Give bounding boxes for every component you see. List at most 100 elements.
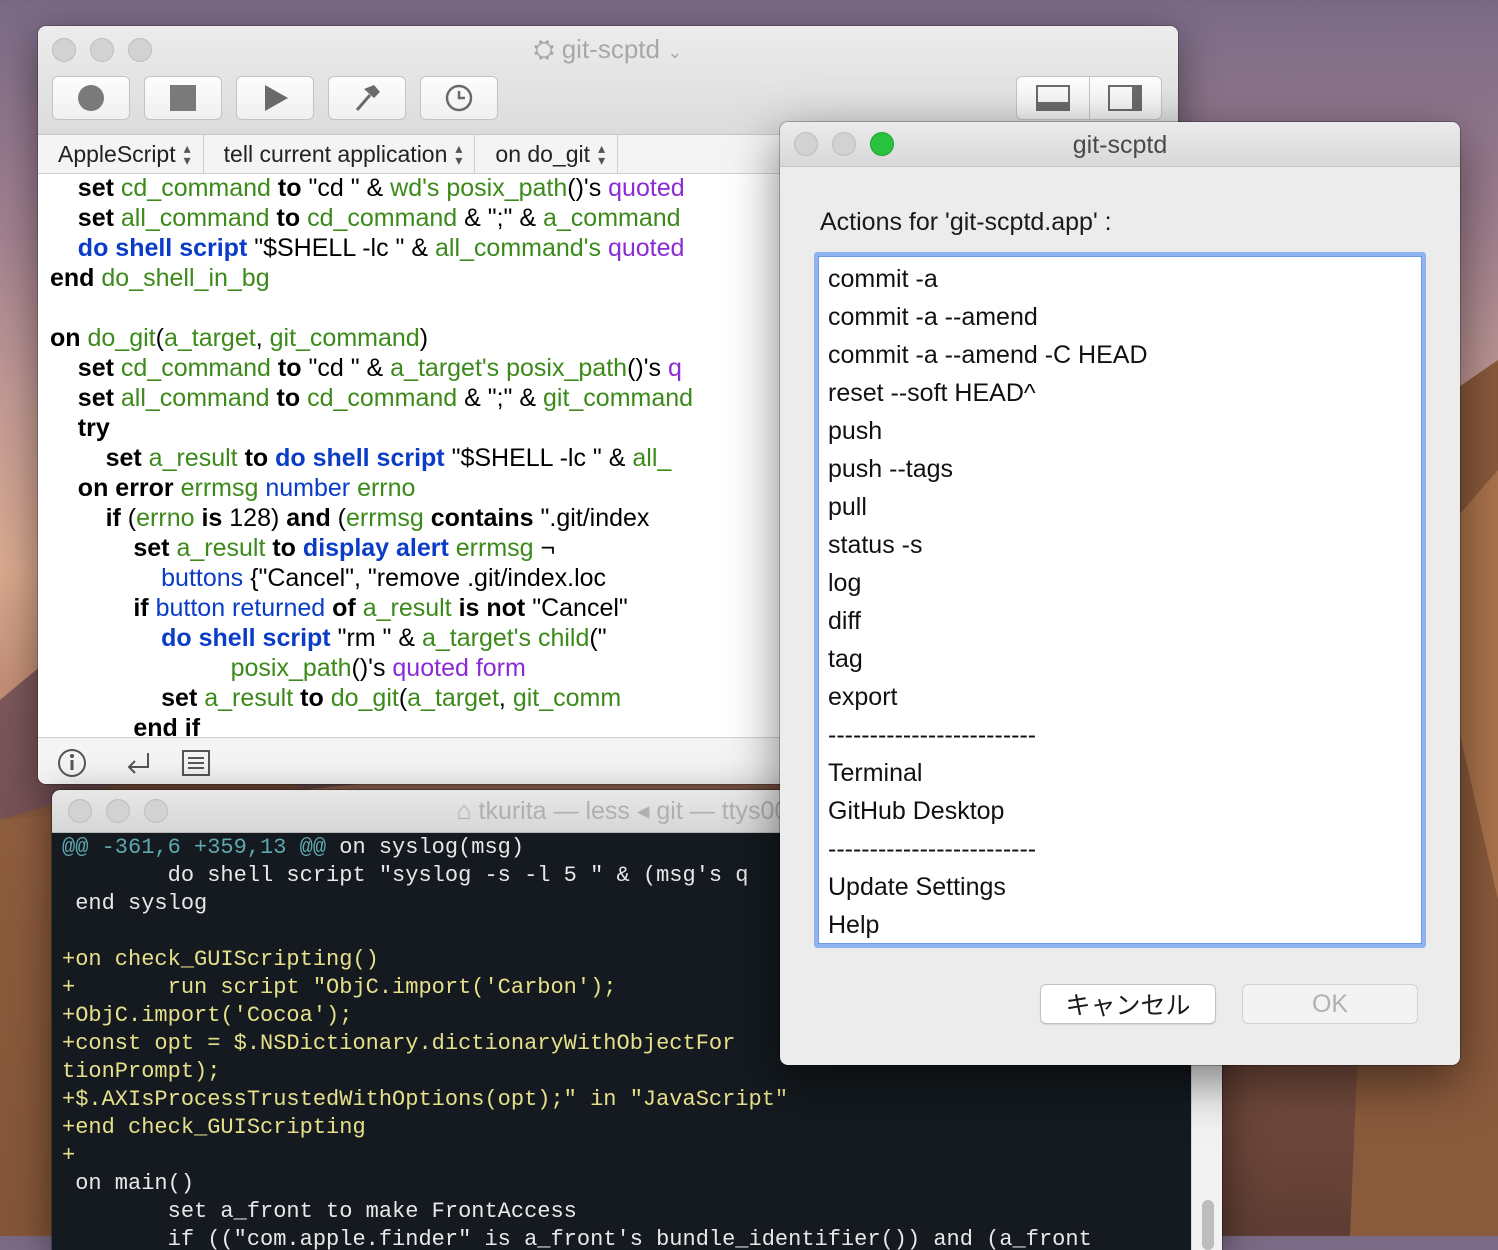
code-token: "$SHELL -lc " & [247, 234, 436, 262]
terminal-text: tionPrompt); [62, 1059, 221, 1084]
hammer-icon [355, 85, 380, 111]
list-item[interactable]: diff [818, 602, 1422, 640]
code-token: child [537, 624, 590, 652]
list-item[interactable]: export [818, 678, 1422, 716]
code-token: ( [398, 684, 408, 712]
code-token: on error [77, 474, 174, 502]
return-icon[interactable] [122, 747, 154, 784]
list-item[interactable]: commit -a --amend [818, 298, 1422, 336]
side-pane-icon [1108, 85, 1143, 111]
terminal-line: on main() [62, 1170, 1192, 1198]
code-token: ( [330, 504, 346, 532]
handler-popup[interactable]: on do_git ▴ ▾ [475, 135, 619, 173]
code-token: all_command's [435, 234, 601, 262]
target-popup[interactable]: tell current application ▴ ▾ [204, 135, 476, 173]
terminal-line: + [62, 1142, 1192, 1170]
language-popup[interactable]: AppleScript ▴ ▾ [38, 135, 204, 173]
list-item[interactable]: commit -a [818, 260, 1422, 298]
terminal-text: on main() [62, 1171, 195, 1196]
list-item[interactable]: tag [818, 640, 1422, 678]
list-item[interactable]: ------------------------- [818, 716, 1422, 754]
actions-list[interactable]: commit -a commit -a --amend commit -a --am… [814, 252, 1426, 948]
code-token: a_target [407, 684, 499, 712]
code-token: ()'s [627, 354, 668, 382]
code-token: is [201, 504, 223, 532]
code-token: "cd " & [301, 174, 391, 202]
compile-button[interactable] [328, 76, 406, 120]
list-item[interactable]: push [818, 412, 1422, 450]
code-token: do_shell_in_bg [101, 264, 270, 292]
list-item[interactable]: Help [818, 906, 1422, 944]
list-item[interactable]: push --tags [818, 450, 1422, 488]
list-item[interactable]: commit -a --amend -C HEAD [818, 336, 1422, 374]
code-token: ()'s [351, 654, 393, 682]
code-token: set [77, 384, 114, 412]
code-token: end if [133, 714, 201, 739]
code-token: contains [430, 504, 534, 532]
code-token: on [50, 324, 81, 352]
editor-titlebar: ⛭ git-scptd ⌄ [38, 26, 1178, 135]
code-token: of [332, 594, 356, 622]
code-token: cd_command [120, 354, 271, 382]
stop-button[interactable] [144, 76, 222, 120]
code-token: do_git [87, 324, 156, 352]
code-token: wd's [390, 174, 440, 202]
list-item[interactable]: status -s [818, 526, 1422, 564]
scrollbar-thumb[interactable] [1202, 1200, 1214, 1250]
code-token: ( [155, 324, 164, 352]
list-icon[interactable] [180, 747, 212, 784]
list-item[interactable]: ------------------------- [818, 830, 1422, 868]
target-label: tell current application [223, 140, 448, 167]
code-token: cd_command [307, 204, 458, 232]
code-token: ¬ [533, 534, 556, 562]
code-token: & ";" & [457, 204, 543, 232]
toggle-log-pane-button[interactable] [1017, 77, 1090, 119]
code-token: , [498, 684, 513, 712]
list-item[interactable]: GitHub Desktop [818, 792, 1422, 830]
run-button[interactable] [236, 76, 314, 120]
terminal-line: set a_front to make FrontAccess [62, 1198, 1192, 1226]
code-token: to [277, 174, 302, 202]
code-token: a_result [362, 594, 452, 622]
list-item[interactable]: Terminal [818, 754, 1422, 792]
terminal-text: +ObjC.import('Cocoa'); [62, 1003, 353, 1028]
code-token: "cd " & [301, 354, 391, 382]
info-icon[interactable] [56, 747, 88, 784]
code-token: posix_path [230, 654, 352, 682]
record-button[interactable] [52, 76, 130, 120]
updown-arrow-icon: ▴ ▾ [183, 140, 191, 168]
chevron-down-icon[interactable]: ⌄ [667, 42, 682, 62]
bottom-pane-icon [1035, 85, 1070, 111]
toggle-sidebar-button[interactable] [1090, 77, 1162, 119]
list-item[interactable]: reset --soft HEAD^ [818, 374, 1422, 412]
code-token: , [255, 324, 270, 352]
stop-icon [170, 85, 196, 111]
list-item[interactable]: Update Settings [818, 868, 1422, 906]
updown-arrow-icon: ▴ ▾ [455, 140, 463, 168]
ok-button[interactable]: OK [1242, 984, 1418, 1024]
code-token: to [272, 534, 296, 562]
history-button[interactable] [420, 76, 498, 120]
code-token: all_command [120, 204, 270, 232]
cancel-button[interactable]: キャンセル [1040, 984, 1216, 1024]
choose-from-list-dialog: git-scptd Actions for 'git-scptd.app' : … [780, 122, 1460, 1065]
code-token: posix_path [506, 354, 628, 382]
code-token: to [276, 384, 301, 412]
list-item[interactable]: pull [818, 488, 1422, 526]
list-item[interactable]: log [818, 564, 1422, 602]
